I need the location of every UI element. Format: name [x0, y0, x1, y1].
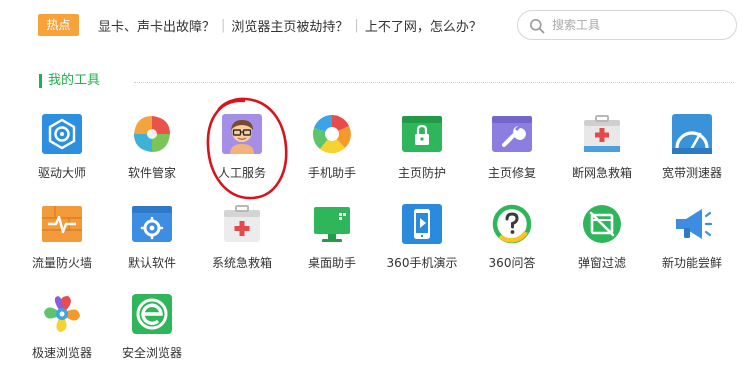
broadband-speed-icon	[672, 114, 712, 154]
tool-label: 主页修复	[487, 166, 536, 180]
tool-traffic-firewall[interactable]: 流量防火墙	[20, 204, 104, 288]
tool-label: 宽带测速器	[661, 166, 722, 180]
divider: |	[221, 17, 226, 33]
system-first-aid-icon	[224, 205, 260, 242]
tool-manual-service[interactable]: 人工服务	[200, 114, 284, 198]
tool-software-manager[interactable]: 软件管家	[110, 114, 194, 198]
section-accent-bar	[39, 74, 42, 88]
tool-label: 系统急救箱	[211, 256, 272, 270]
tool-desktop-assistant[interactable]: 桌面助手	[290, 204, 374, 288]
tool-new-feature[interactable]: 新功能尝鲜	[650, 204, 734, 288]
new-feature-icon	[676, 209, 712, 239]
manual-service-icon	[222, 114, 262, 154]
hot-link-no-internet[interactable]: 上不了网，怎么办？	[365, 16, 482, 35]
search-icon[interactable]	[529, 18, 545, 34]
speed-browser-icon	[44, 296, 80, 332]
safe-browser-icon	[132, 294, 172, 334]
tool-label: 断网急救箱	[571, 166, 632, 180]
tool-phone-assistant[interactable]: 手机助手	[290, 114, 374, 198]
driver-master-icon	[42, 114, 82, 154]
tool-label: 弹窗过滤	[577, 256, 626, 270]
tool-label: 手机助手	[307, 166, 356, 180]
tool-driver-master[interactable]: 驱动大师	[20, 114, 104, 198]
tool-label: 驱动大师	[37, 166, 86, 180]
tool-popup-filter[interactable]: 弹窗过滤	[560, 204, 644, 288]
hot-topics-bar: 热点 显卡、声卡出故障？ | 浏览器主页被劫持？ | 上不了网，怎么办？	[0, 0, 751, 50]
hot-link-sound-card[interactable]: 显卡、声卡出故障？	[98, 16, 215, 35]
tool-system-first-aid[interactable]: 系统急救箱	[200, 204, 284, 288]
tool-broadband-speed[interactable]: 宽带测速器	[650, 114, 734, 198]
hot-links: 显卡、声卡出故障？ | 浏览器主页被劫持？ | 上不了网，怎么办？	[98, 15, 482, 35]
tool-default-software[interactable]: 默认软件	[110, 204, 194, 288]
tool-label: 新功能尝鲜	[661, 256, 722, 270]
tool-label: 人工服务	[217, 166, 266, 180]
tool-label: 主页防护	[397, 166, 446, 180]
phone-demo-icon	[402, 204, 442, 244]
tool-label: 桌面助手	[307, 256, 356, 270]
qa-icon	[492, 204, 532, 244]
homepage-protect-icon	[402, 116, 442, 152]
tool-label: 安全浏览器	[121, 346, 182, 360]
tool-label: 软件管家	[127, 166, 176, 180]
homepage-repair-icon	[492, 116, 532, 152]
tool-label: 360问答	[488, 256, 536, 270]
tool-homepage-protect[interactable]: 主页防护	[380, 114, 464, 198]
divider: |	[354, 17, 359, 33]
tool-homepage-repair[interactable]: 主页修复	[470, 114, 554, 198]
section-header: 我的工具	[39, 72, 739, 90]
default-software-icon	[132, 206, 172, 242]
tool-label: 极速浏览器	[31, 346, 92, 360]
hot-link-homepage-hijack[interactable]: 浏览器主页被劫持？	[231, 16, 348, 35]
network-first-aid-icon	[584, 115, 620, 152]
search-input[interactable]	[552, 15, 728, 35]
traffic-firewall-icon	[42, 206, 82, 242]
tool-label: 流量防火墙	[31, 256, 92, 270]
tool-label: 默认软件	[127, 256, 176, 270]
phone-assistant-icon	[312, 115, 351, 154]
desktop-assistant-icon	[314, 207, 350, 242]
software-manager-icon	[134, 116, 170, 152]
tool-network-first-aid[interactable]: 断网急救箱	[560, 114, 644, 198]
tool-phone-demo[interactable]: 360手机演示	[380, 204, 464, 288]
section-title: 我的工具	[48, 73, 101, 88]
section-divider	[134, 82, 734, 83]
search-box[interactable]	[517, 10, 737, 40]
popup-filter-icon	[583, 205, 621, 243]
tool-label: 360手机演示	[386, 256, 458, 270]
tool-qa[interactable]: 360问答	[470, 204, 554, 288]
hot-badge: 热点	[38, 14, 79, 36]
tool-speed-browser[interactable]: 极速浏览器	[20, 294, 104, 378]
tool-safe-browser[interactable]: 安全浏览器	[110, 294, 194, 378]
